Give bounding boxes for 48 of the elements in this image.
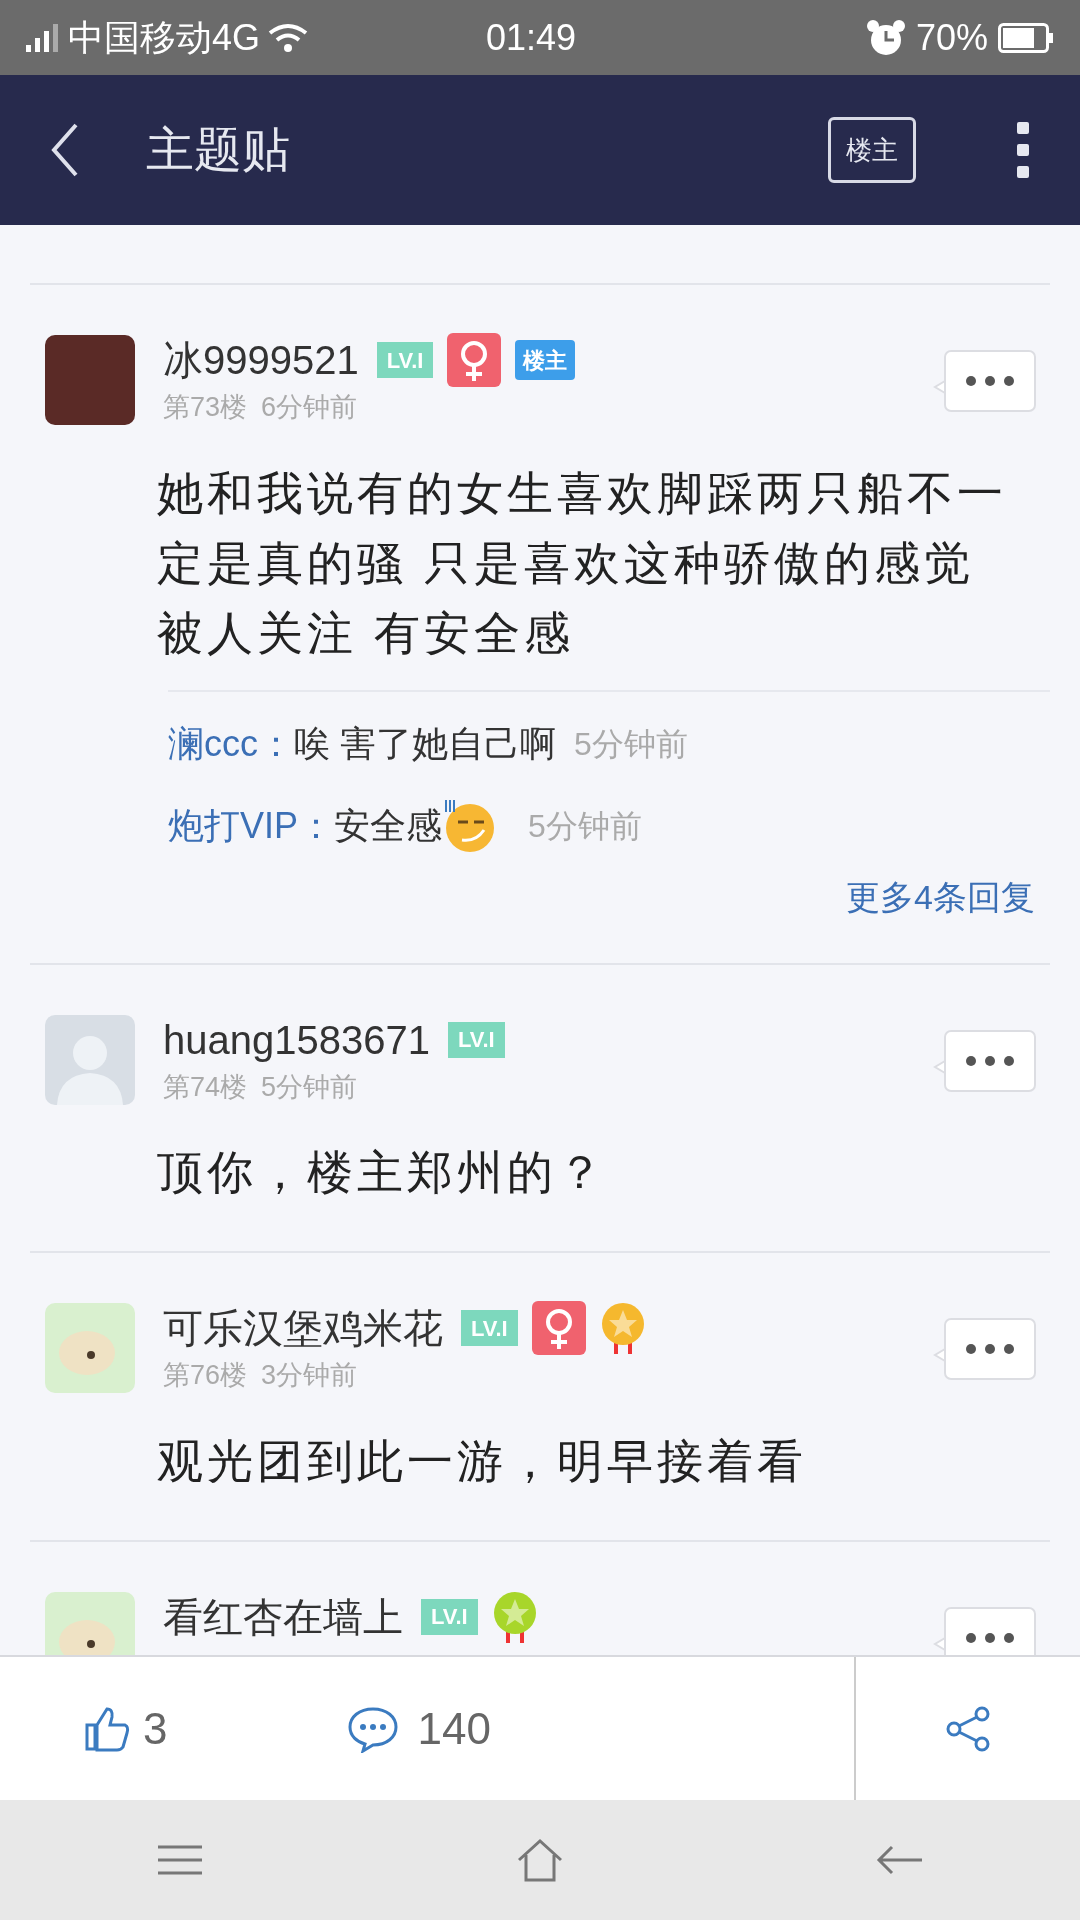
floor-number: 第76楼 [163, 1359, 248, 1392]
level-badge: LV.I [376, 342, 434, 378]
post-text: 她和我说有的女生喜欢脚踩两只船不一定是真的骚 只是喜欢这种骄傲的感觉被人关注 有安全感 [157, 465, 1008, 661]
post-text: 观光团到此一游，明早接着看 [157, 1433, 808, 1489]
reply-author[interactable]: 澜ccc： [168, 716, 294, 771]
page-title: 主题贴 [146, 122, 290, 178]
alarm-clock-icon [865, 18, 906, 57]
home-icon[interactable] [516, 1838, 564, 1882]
back-icon[interactable] [50, 122, 80, 178]
signal-icon [26, 23, 60, 52]
carrier-name: 中国移动4G [68, 19, 261, 56]
post-text: 顶你，楼主郑州的？ [157, 1145, 608, 1200]
clock-time: 01:49 [486, 19, 577, 56]
post-time: 6分钟前 [261, 391, 358, 424]
more-options-icon[interactable] [933, 349, 1037, 413]
more-menu-icon[interactable] [1016, 120, 1030, 180]
more-options-icon[interactable] [933, 1605, 1037, 1655]
back-arrow-icon[interactable] [876, 1844, 924, 1876]
username[interactable]: 冰9999521 [163, 335, 359, 385]
op-only-button[interactable]: 楼主 [828, 117, 916, 183]
battery-icon [998, 22, 1054, 53]
female-icon [531, 1301, 586, 1355]
op-badge: 楼主 [515, 340, 576, 380]
menu-icon[interactable] [156, 1844, 204, 1876]
reply-time: 5分钟前 [528, 806, 642, 846]
more-options-icon[interactable] [933, 1028, 1037, 1093]
battery-percentage: 70% [915, 19, 988, 56]
wifi-icon [268, 22, 309, 53]
share-icon[interactable] [944, 1704, 992, 1753]
floor-number: 第73楼 [163, 391, 248, 424]
username[interactable]: 可乐汉堡鸡米花 [163, 1303, 443, 1353]
more-replies-link[interactable]: 更多4条回复 [846, 871, 1035, 923]
post-time: 3分钟前 [261, 1359, 358, 1392]
level-badge: LV.I [461, 1310, 518, 1346]
post-time: 5分钟前 [261, 1070, 358, 1104]
username[interactable]: 看红杏在墙上 [163, 1591, 403, 1642]
reply-author[interactable]: 炮打VIP： [168, 798, 335, 853]
floor-number: 第74楼 [163, 1070, 248, 1104]
female-icon [447, 333, 502, 387]
comments-button[interactable]: 140 [347, 1695, 491, 1762]
level-badge: LV.I [447, 1021, 505, 1058]
reply-text: 唉 害了她自己啊 [294, 721, 556, 766]
reply-text: 安全感 [334, 803, 443, 848]
like-button[interactable]: 3 [83, 1695, 168, 1762]
reply-time: 5分钟前 [574, 724, 688, 764]
more-options-icon[interactable] [933, 1317, 1037, 1381]
username[interactable]: huang1583671 [163, 1014, 430, 1065]
level-badge: LV.I [421, 1598, 478, 1635]
